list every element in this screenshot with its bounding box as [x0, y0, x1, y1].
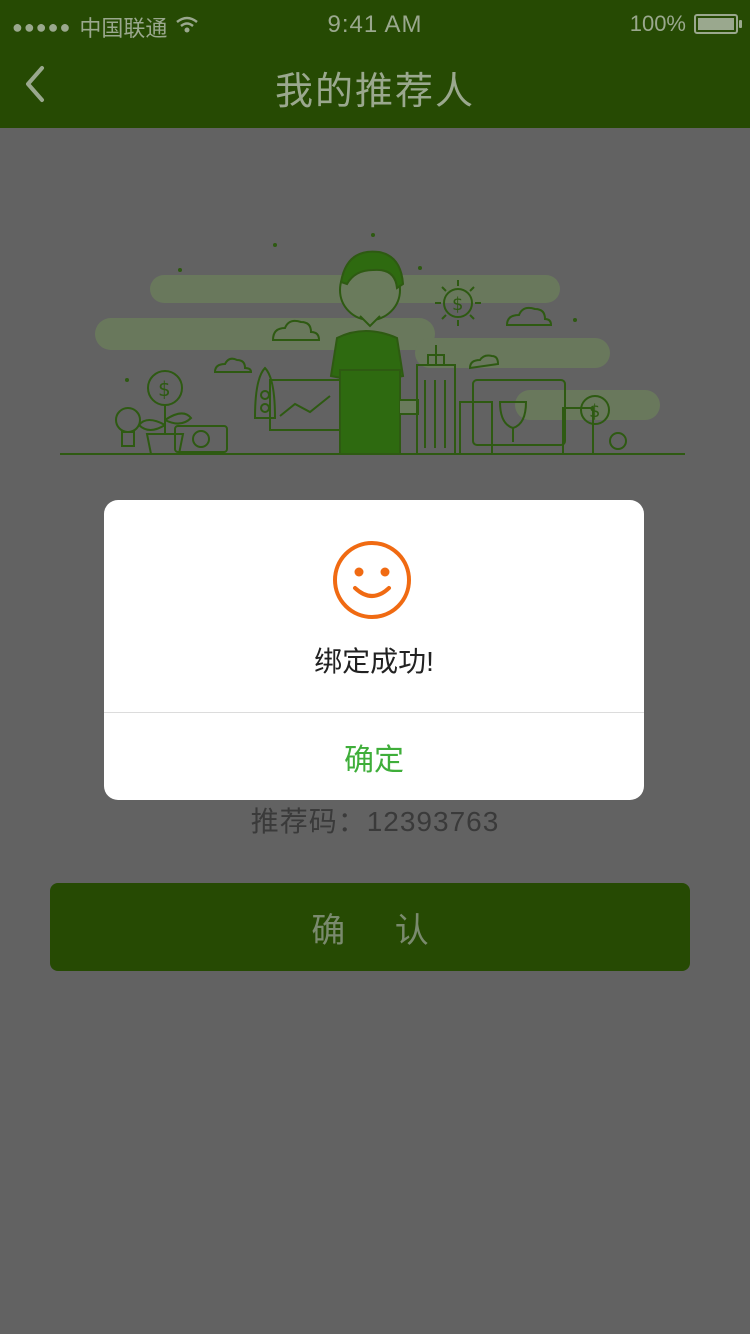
- svg-text:$: $: [158, 377, 171, 401]
- referral-code-row: 推荐码：12393763: [0, 800, 750, 840]
- referral-code-label: 推荐码：: [250, 806, 367, 837]
- battery-icon: [694, 14, 742, 34]
- success-dialog: 绑定成功! 确定: [104, 500, 644, 800]
- navigation-bar: 我的推荐人: [0, 48, 750, 128]
- battery-indicator: 100%: [629, 11, 742, 37]
- battery-percent: 100%: [629, 11, 686, 36]
- status-bar: ●●●●● 中国联通 9:41 AM 100%: [0, 0, 750, 48]
- dialog-ok-button[interactable]: 确定: [104, 713, 644, 800]
- page-title: 我的推荐人: [274, 71, 475, 113]
- battery-fill: [698, 18, 734, 30]
- referral-code-value: 12393763: [366, 806, 500, 837]
- confirm-button[interactable]: 确 认: [50, 883, 690, 971]
- svg-text:$: $: [452, 294, 463, 315]
- dialog-message: 绑定成功!: [314, 646, 434, 677]
- svg-text:$: $: [589, 401, 600, 422]
- smiley-face-icon: [333, 541, 411, 619]
- finance-city-illustration: $ $ $: [60, 233, 685, 455]
